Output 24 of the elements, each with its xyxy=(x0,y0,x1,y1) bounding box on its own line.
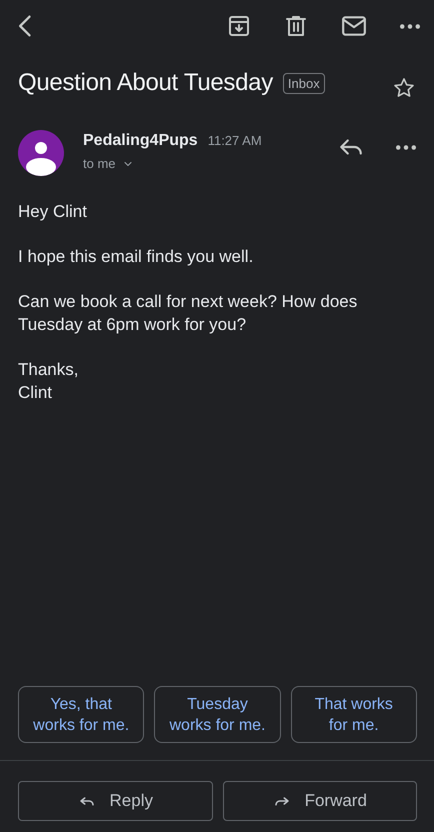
message-paragraph: I hope this email finds you well. xyxy=(18,246,254,268)
smart-reply-chip[interactable]: Tuesday works for me. xyxy=(154,686,281,743)
message-paragraph: Thanks, Clint xyxy=(18,359,80,404)
message-paragraph: Hey Clint xyxy=(18,201,88,223)
recipient-toggle[interactable]: to me xyxy=(83,156,262,171)
message-paragraph: Can we book a call for next week? How does Tuesday at 6pm work for you? xyxy=(18,291,358,336)
star-icon xyxy=(392,76,416,100)
inbox-label: Inbox xyxy=(282,72,325,94)
avatar-icon xyxy=(18,130,64,176)
forward-button[interactable]: Forward xyxy=(222,781,417,821)
star-button[interactable] xyxy=(392,76,416,100)
sent-time: 11:27 AM xyxy=(208,133,262,148)
more-button[interactable] xyxy=(400,24,420,28)
reply-button[interactable]: Reply xyxy=(18,781,212,821)
trash-icon xyxy=(284,14,308,38)
sender-name: Pedaling4Pups xyxy=(83,132,198,150)
archive-icon xyxy=(227,14,251,38)
archive-button[interactable] xyxy=(227,14,251,38)
more-icon xyxy=(396,144,416,150)
smart-reply-chip[interactable]: That works for me. xyxy=(290,686,417,743)
more-icon xyxy=(400,24,420,28)
delete-button[interactable] xyxy=(284,14,308,38)
email-subject: Question About Tuesday xyxy=(18,69,273,97)
smart-reply-chip[interactable]: Yes, that works for me. xyxy=(18,686,144,743)
